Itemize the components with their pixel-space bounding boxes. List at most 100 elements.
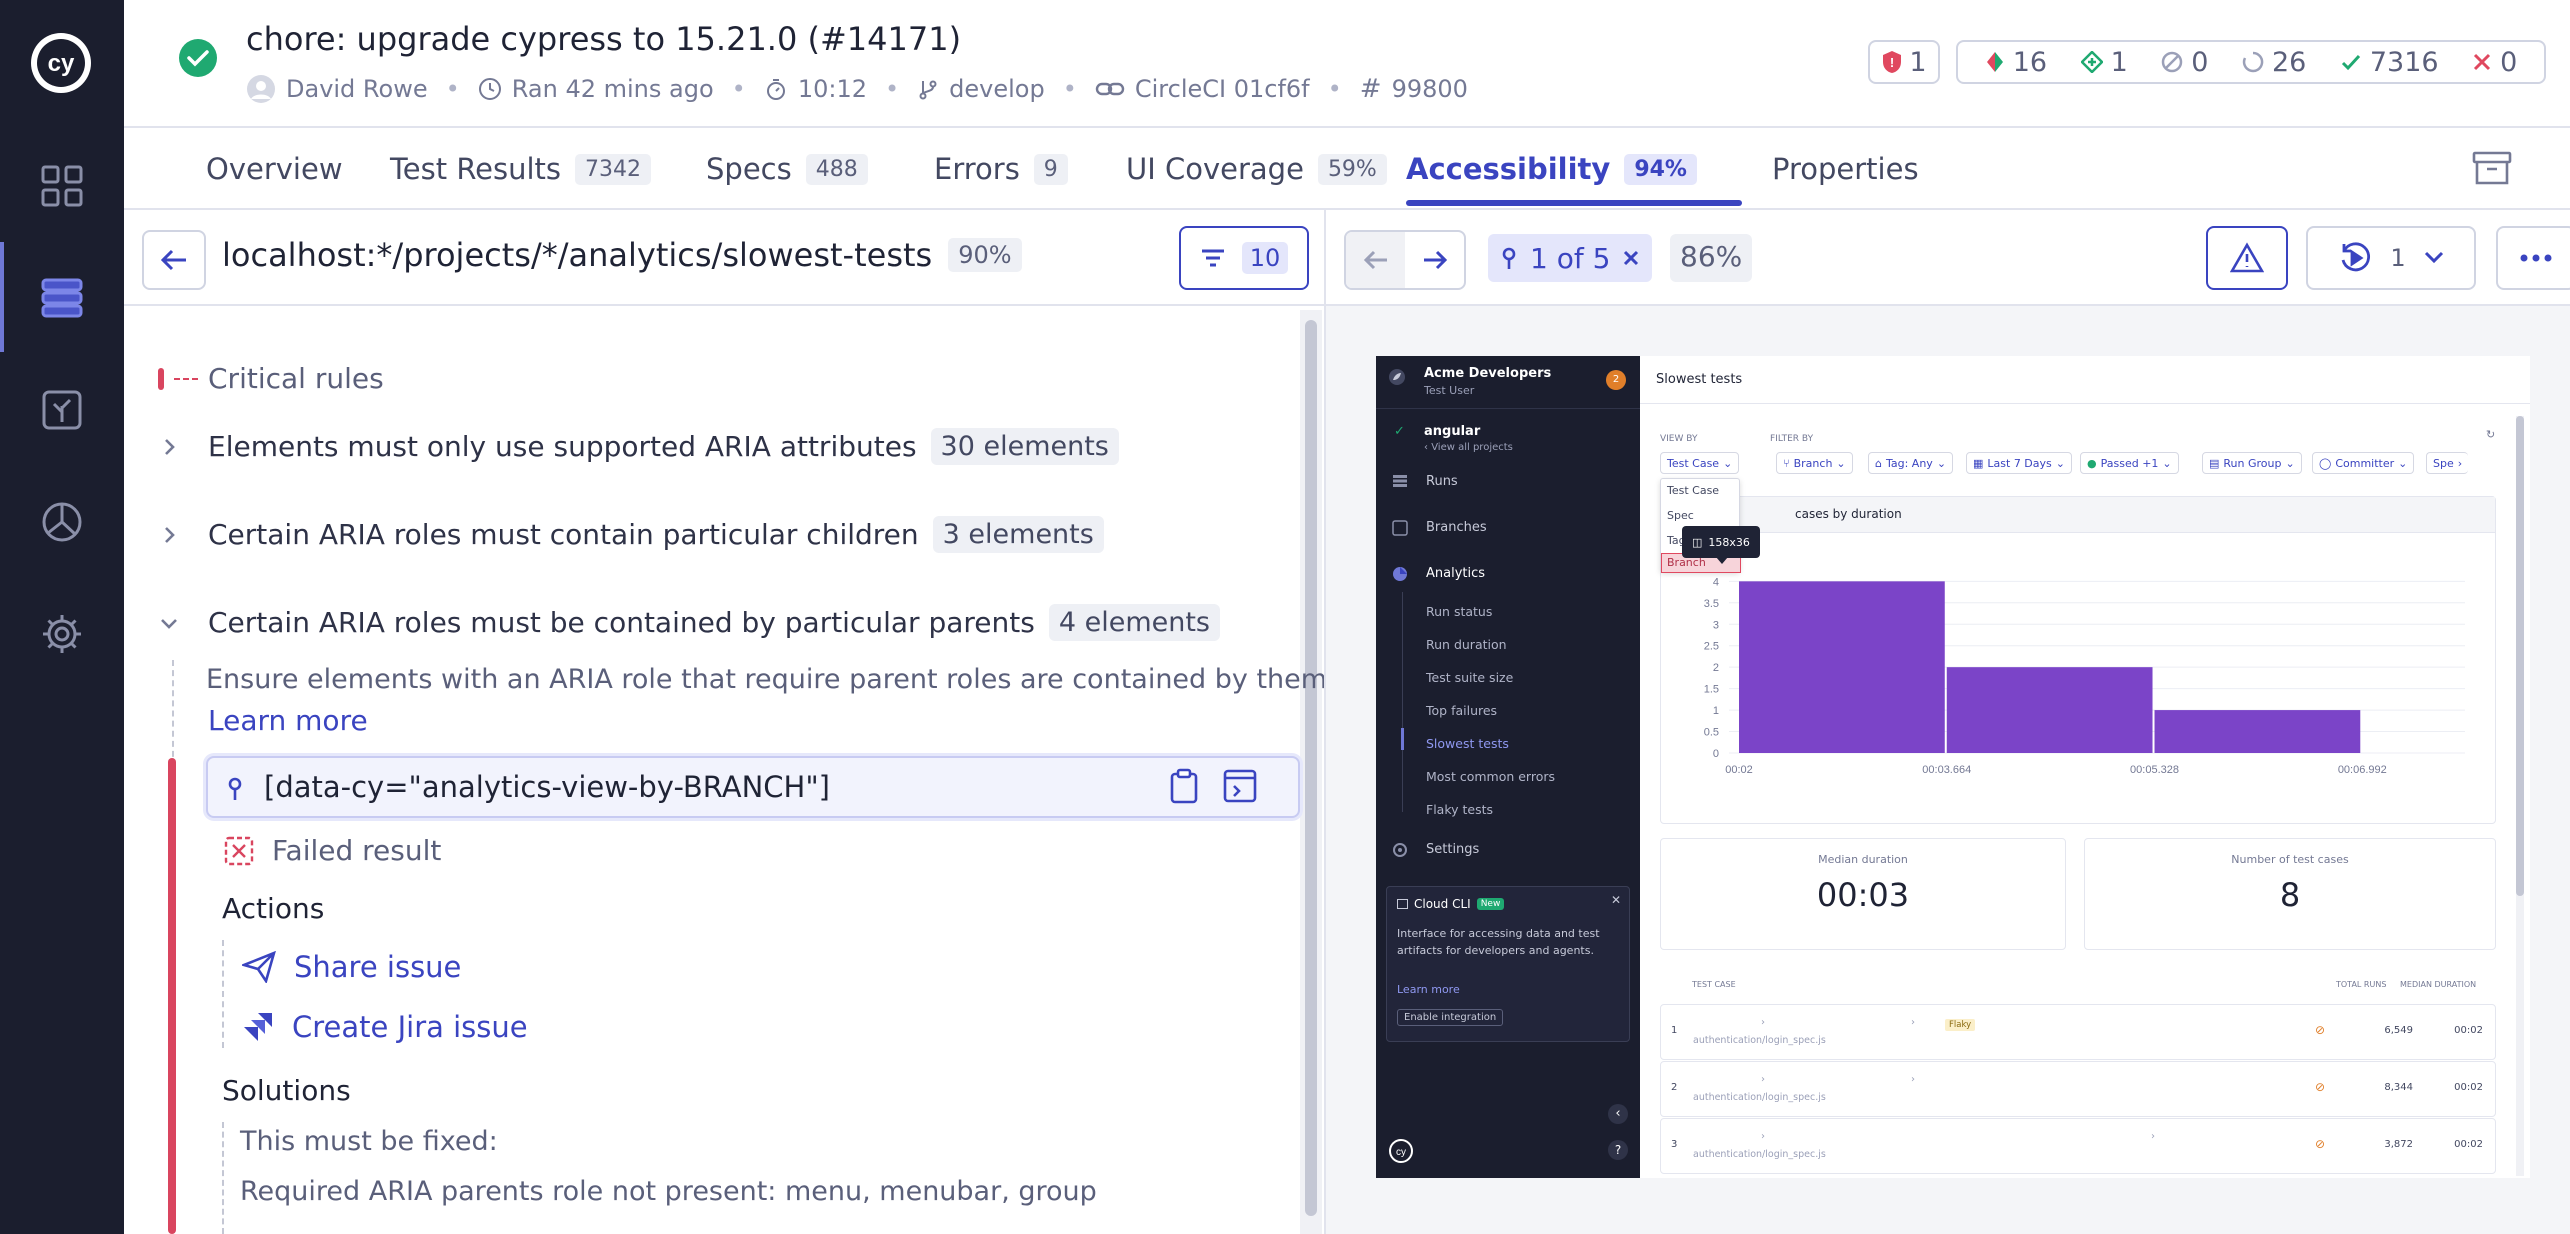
tab-overview[interactable]: Overview xyxy=(206,130,343,208)
more-options-button[interactable] xyxy=(2496,226,2570,290)
passed-stat[interactable]: 7316 xyxy=(2340,47,2439,78)
y-tick-label: 0.5 xyxy=(1704,727,1719,739)
histogram-bar[interactable] xyxy=(1739,581,1945,753)
filter-date[interactable]: ▦ Last 7 Days ⌄ xyxy=(1966,452,2072,474)
org-name[interactable]: Acme Developers xyxy=(1424,366,1551,381)
open-in-devtools-icon[interactable] xyxy=(1222,768,1258,804)
table-row[interactable]: 1 › › authentication/login_spec.js Flaky… xyxy=(1660,1004,2496,1060)
selector-row[interactable]: [data-cy="analytics-view-by-BRANCH"] xyxy=(206,756,1300,818)
run-title[interactable]: chore: upgrade cypress to 15.21.0 (#1417… xyxy=(246,20,961,58)
projects-grid-icon[interactable] xyxy=(32,156,92,216)
help-icon[interactable]: ? xyxy=(1608,1140,1628,1160)
x-tick-label: 00:05.328 xyxy=(2130,764,2179,776)
analytics-pie-icon[interactable] xyxy=(32,492,92,552)
more-dots-icon xyxy=(2520,254,2552,262)
project-name[interactable]: angular xyxy=(1424,424,1480,439)
page-snapshot: Acme Developers Test User 2 ✓ angular ‹ … xyxy=(1376,356,2530,1178)
snapshot-subnav-suite-size[interactable]: Test suite size xyxy=(1426,670,1513,685)
link-icon xyxy=(1095,82,1125,96)
settings-gear-icon[interactable] xyxy=(32,604,92,664)
tab-test-results[interactable]: Test Results 7342 xyxy=(390,130,652,208)
snapshot-subnav-flaky-tests[interactable]: Flaky tests xyxy=(1426,802,1493,817)
share-issue-link[interactable]: Share issue xyxy=(242,950,461,984)
issues-alert-button[interactable] xyxy=(2206,226,2288,290)
histogram-bar[interactable] xyxy=(2154,710,2361,753)
tab-properties[interactable]: Properties xyxy=(1772,130,1919,208)
scrollbar-track[interactable] xyxy=(1300,310,1322,1234)
snapshot-subnav-run-status[interactable]: Run status xyxy=(1426,604,1492,619)
snapshot-subnav-common-errors[interactable]: Most common errors xyxy=(1426,769,1555,784)
copy-clipboard-icon[interactable] xyxy=(1168,768,1200,804)
table-row[interactable]: 3 › › authentication/login_spec.js ⊘ 3,8… xyxy=(1660,1118,2496,1174)
x-icon xyxy=(2474,53,2491,71)
author[interactable]: David Rowe xyxy=(246,74,428,104)
col-test-case[interactable]: TEST CASE xyxy=(1692,980,1736,989)
refresh-icon[interactable]: ↻ xyxy=(2486,428,2495,441)
x-tick-label: 00:03.664 xyxy=(1922,764,1971,776)
histogram-bar[interactable] xyxy=(1946,667,2153,753)
flaky-stat[interactable]: 16 xyxy=(1985,47,2047,78)
element-position-chip[interactable]: 1 of 5 xyxy=(1488,234,1653,282)
prev-element-button[interactable] xyxy=(1346,232,1405,288)
added-stat[interactable]: 1 xyxy=(2080,47,2128,78)
tab-specs[interactable]: Specs 488 xyxy=(706,130,868,208)
duration-histogram: 0 0.5 1 1.5 2 2.5 3 3.5 4 00:02 00:03.664 00:05.328… xyxy=(1704,576,2465,776)
filter-branch[interactable]: ⑂ Branch ⌄ xyxy=(1776,452,1853,474)
tab-errors[interactable]: Errors 9 xyxy=(934,130,1068,208)
snapshot-nav-settings[interactable]: Settings xyxy=(1426,842,1479,857)
filter-by-label: FILTER BY xyxy=(1770,434,1814,444)
snapshot-nav-branches[interactable]: Branches xyxy=(1426,520,1487,535)
cli-learn-more[interactable]: Learn more xyxy=(1397,983,1460,996)
filter-tag[interactable]: ⌂ Tag: Any ⌄ xyxy=(1868,452,1954,474)
view-by-select[interactable]: Test Case ⌄ xyxy=(1660,452,1740,474)
back-button[interactable] xyxy=(142,230,206,290)
runs-database-icon[interactable] xyxy=(32,268,92,328)
snapshot-nav-runs[interactable]: Runs xyxy=(1426,474,1458,489)
create-jira-link[interactable]: Create Jira issue xyxy=(242,1010,528,1044)
failed-stat[interactable]: 0 xyxy=(2472,47,2517,78)
test-branch-icon[interactable] xyxy=(32,380,92,440)
branch[interactable]: develop xyxy=(917,75,1045,103)
filter-status[interactable]: ● Passed +1 ⌄ xyxy=(2080,452,2179,474)
filter-committer[interactable]: ◯ Committer ⌄ xyxy=(2312,452,2415,474)
close-icon[interactable] xyxy=(1622,249,1640,267)
next-element-button[interactable] xyxy=(1405,232,1464,288)
chevron-right-icon xyxy=(165,526,175,543)
snapshot-nav-analytics[interactable]: Analytics xyxy=(1426,566,1485,581)
col-total-runs[interactable]: TOTAL RUNS xyxy=(2336,980,2386,989)
run-number[interactable]: # 99800 xyxy=(1360,74,1468,104)
learn-more-link[interactable]: Learn more xyxy=(208,704,368,737)
a11y-issues-stat[interactable]: ! 1 xyxy=(1868,40,1940,84)
scrollbar-thumb[interactable] xyxy=(1305,320,1317,1216)
rule-aria-required-children[interactable]: Certain ARIA roles must contain particul… xyxy=(160,516,1104,553)
tab-ui-coverage[interactable]: UI Coverage 59% xyxy=(1126,130,1387,208)
cypress-logo[interactable]: cy xyxy=(28,30,94,96)
replay-button[interactable]: 1 xyxy=(2306,226,2476,290)
snapshot-subnav-slowest-tests[interactable]: Slowest tests xyxy=(1426,736,1509,751)
enable-integration-button[interactable]: Enable integration xyxy=(1397,1009,1504,1026)
run-tabs: Overview Test Results 7342 Specs 488 Error… xyxy=(124,130,2570,210)
dropdown-option-spec[interactable]: Spec xyxy=(1667,509,1694,522)
ci-link[interactable]: CircleCI 01cf6f xyxy=(1095,75,1310,103)
rule-supported-aria-attributes[interactable]: Elements must only use supported ARIA at… xyxy=(160,428,1119,465)
col-median-duration[interactable]: MEDIAN DURATION xyxy=(2400,980,2476,989)
rule-aria-required-parent[interactable]: Certain ARIA roles must be contained by … xyxy=(160,604,1220,641)
close-icon[interactable]: ✕ xyxy=(1611,893,1621,907)
snapshot-sidebar: Acme Developers Test User 2 ✓ angular ‹ … xyxy=(1376,356,1640,1178)
skipped-stat[interactable]: 0 xyxy=(2161,47,2208,78)
filter-run-group[interactable]: ▤ Run Group ⌄ xyxy=(2202,452,2302,474)
filter-spec[interactable]: Spe › xyxy=(2426,452,2469,474)
snapshot-subnav-top-failures[interactable]: Top failures xyxy=(1426,703,1497,718)
snapshot-scrollbar[interactable] xyxy=(2516,416,2524,1176)
snapshot-subnav-run-duration[interactable]: Run duration xyxy=(1426,637,1507,652)
y-tick-label: 2 xyxy=(1713,662,1719,674)
filter-button[interactable]: 10 xyxy=(1179,226,1309,290)
collapse-chevron-icon[interactable]: ‹ xyxy=(1608,1104,1628,1124)
critical-rules-header: Critical rules xyxy=(158,362,384,395)
archive-icon[interactable] xyxy=(2472,150,2512,186)
pending-stat[interactable]: 26 xyxy=(2242,47,2306,78)
table-row[interactable]: 2 › › authentication/login_spec.js ⊘ 8,3… xyxy=(1660,1061,2496,1117)
dropdown-option-test-case[interactable]: Test Case xyxy=(1667,484,1719,497)
view-all-projects[interactable]: ‹ View all projects xyxy=(1424,442,1513,453)
tab-accessibility[interactable]: Accessibility 94% xyxy=(1406,130,1697,208)
